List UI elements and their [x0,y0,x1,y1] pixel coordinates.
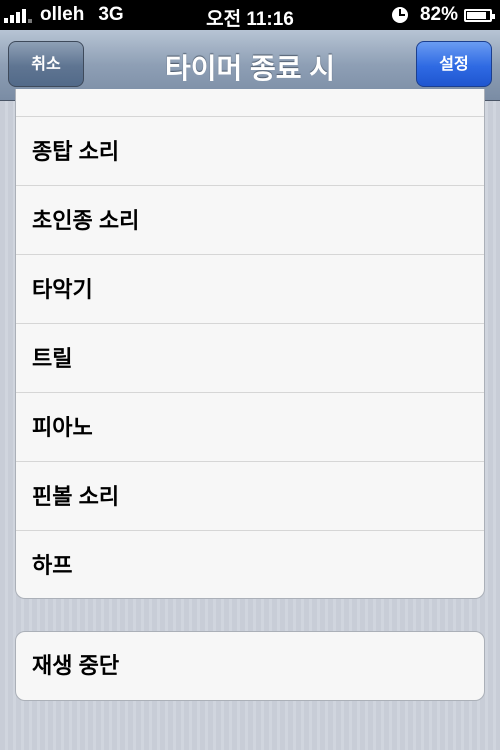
sound-list-area: 종탑 소리 초인종 소리 타악기 트릴 피아노 핀볼 소리 하프 재생 중단 [0,89,500,750]
sound-item[interactable]: 하프 [16,530,484,599]
sound-item[interactable]: 핀볼 소리 [16,461,484,530]
status-right: 82% [391,4,495,26]
sound-item[interactable]: 트릴 [16,323,484,392]
sound-item[interactable]: 종탑 소리 [16,116,484,185]
sound-list: 종탑 소리 초인종 소리 타악기 트릴 피아노 핀볼 소리 하프 [15,89,485,599]
status-bar: olleh 3G 오전 11:16 82% [0,0,500,30]
sound-item[interactable]: 피아노 [16,392,484,461]
stop-playing-group: 재생 중단 [15,631,485,701]
stop-playing-item[interactable]: 재생 중단 [16,632,484,700]
battery-icon [464,8,495,22]
set-button[interactable]: 설정 [416,41,492,87]
battery-percent: 82% [419,4,458,25]
sound-item[interactable]: 초인종 소리 [16,185,484,254]
clock-icon [391,7,408,23]
sound-item[interactable]: 타악기 [16,254,484,323]
